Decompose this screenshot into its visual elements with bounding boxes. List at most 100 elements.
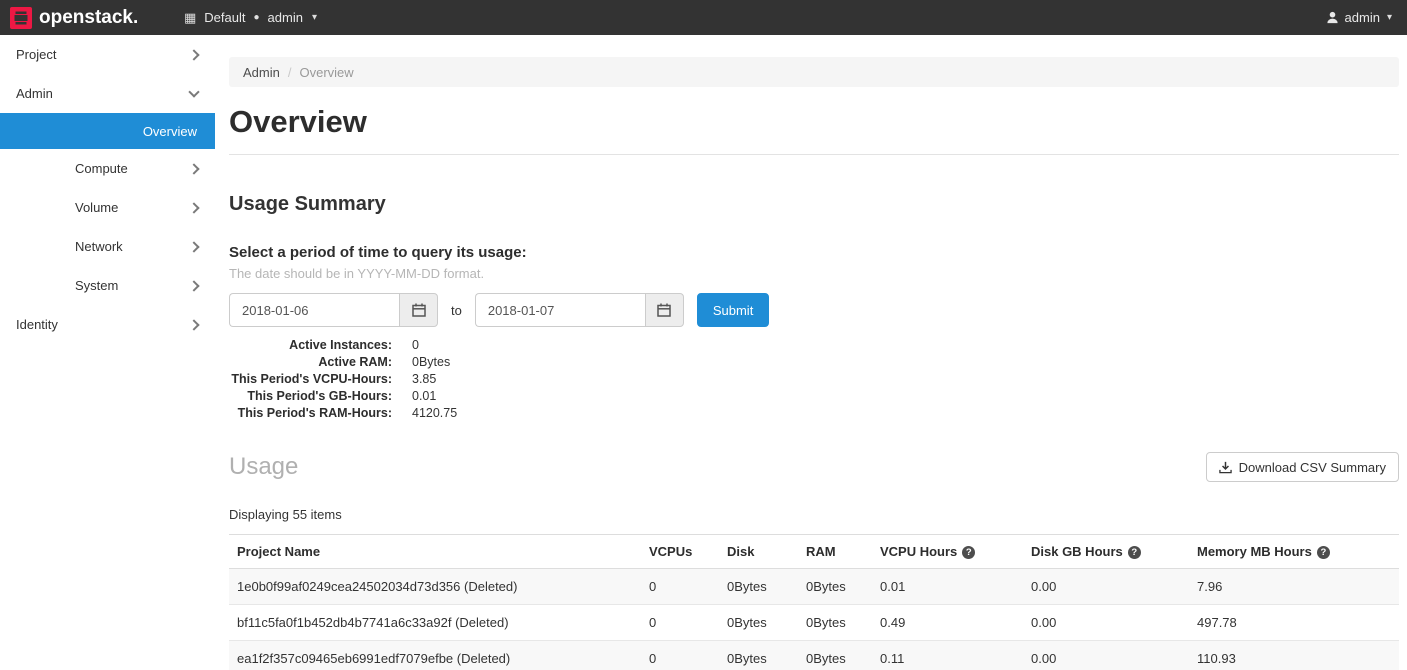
date-range-to-label: to <box>451 303 462 318</box>
stat-gb-hours: This Period's GB-Hours: 0.01 <box>229 388 1399 405</box>
cell-disk-gb-hours: 0.00 <box>1023 605 1189 641</box>
sidebar-item-label: Compute <box>75 161 128 176</box>
column-header-project-name: Project Name <box>229 535 641 569</box>
usage-table: Project Name VCPUs Disk RAM VCPU Hours D… <box>229 534 1399 670</box>
date-to-group <box>475 293 684 327</box>
sidebar-item-project[interactable]: Project <box>0 35 215 74</box>
stat-label: Active RAM: <box>229 354 392 371</box>
stat-label: This Period's VCPU-Hours: <box>229 371 392 388</box>
chevron-right-icon <box>188 241 199 252</box>
usage-summary-heading: Usage Summary <box>229 193 1399 216</box>
top-navbar: openstack. ▦ Default ● admin ▾ admin ▾ <box>0 0 1407 35</box>
cell-disk: 0Bytes <box>719 605 798 641</box>
help-icon[interactable] <box>1128 546 1141 559</box>
usage-query-form: to Submit <box>229 293 1399 327</box>
help-icon[interactable] <box>1317 546 1330 559</box>
date-to-input[interactable] <box>475 293 645 327</box>
column-header-ram: RAM <box>798 535 872 569</box>
table-row: ea1f2f357c09465eb6991edf7079efbe (Delete… <box>229 641 1399 670</box>
project-name: admin <box>268 10 303 25</box>
chevron-right-icon <box>188 280 199 291</box>
column-label: VCPUs <box>649 544 692 559</box>
calendar-icon <box>412 303 426 317</box>
cell-project-name: 1e0b0f99af0249cea24502034d73d356 (Delete… <box>229 569 641 605</box>
help-icon[interactable] <box>962 546 975 559</box>
cell-vcpu-hours: 0.49 <box>872 605 1023 641</box>
user-icon <box>1326 11 1339 24</box>
stat-value: 0 <box>412 337 419 354</box>
sidebar-item-label: System <box>75 278 118 293</box>
download-csv-button[interactable]: Download CSV Summary <box>1206 452 1399 482</box>
usage-heading: Usage <box>229 453 298 481</box>
cell-memory-mb-hours: 497.78 <box>1189 605 1399 641</box>
user-name: admin <box>1345 10 1380 25</box>
page-title: Overview <box>229 104 1399 140</box>
date-from-calendar-button[interactable] <box>399 293 438 327</box>
breadcrumb-admin-link[interactable]: Admin <box>243 65 280 80</box>
chevron-down-icon <box>188 86 199 97</box>
column-label: Project Name <box>237 544 320 559</box>
context-switcher[interactable]: ▦ Default ● admin ▾ <box>184 10 317 26</box>
column-label: RAM <box>806 544 836 559</box>
caret-down-icon: ▾ <box>1387 12 1392 23</box>
sidebar-item-compute[interactable]: Compute <box>0 149 215 188</box>
domain-icon: ▦ <box>184 10 196 26</box>
table-header-row: Project Name VCPUs Disk RAM VCPU Hours D… <box>229 535 1399 569</box>
sidebar-item-identity[interactable]: Identity <box>0 305 215 344</box>
column-label: VCPU Hours <box>880 544 957 559</box>
cell-memory-mb-hours: 7.96 <box>1189 569 1399 605</box>
user-menu[interactable]: admin ▾ <box>1326 10 1392 25</box>
chevron-right-icon <box>188 163 199 174</box>
column-header-vcpu-hours: VCPU Hours <box>872 535 1023 569</box>
column-header-memory-mb-hours: Memory MB Hours <box>1189 535 1399 569</box>
breadcrumb-separator: / <box>288 65 292 80</box>
usage-section-header: Usage Download CSV Summary <box>229 452 1399 482</box>
project-dot-icon: ● <box>254 12 260 23</box>
main-content: Admin / Overview Overview Usage Summary … <box>215 35 1407 670</box>
cell-disk-gb-hours: 0.00 <box>1023 569 1189 605</box>
cell-vcpu-hours: 0.01 <box>872 569 1023 605</box>
column-header-disk-gb-hours: Disk GB Hours <box>1023 535 1189 569</box>
sidebar-item-volume[interactable]: Volume <box>0 188 215 227</box>
title-divider <box>229 154 1399 155</box>
items-count: Displaying 55 items <box>229 507 1399 522</box>
sidebar-item-admin[interactable]: Admin <box>0 74 215 113</box>
chevron-right-icon <box>188 319 199 330</box>
sidebar-item-system[interactable]: System <box>0 266 215 305</box>
stat-label: This Period's GB-Hours: <box>229 388 392 405</box>
usage-summary-section: Usage Summary Select a period of time to… <box>229 193 1399 422</box>
domain-name: Default <box>204 10 245 25</box>
sidebar-nav: Project Admin Overview Compute Volume Ne… <box>0 35 215 670</box>
table-row: 1e0b0f99af0249cea24502034d73d356 (Delete… <box>229 569 1399 605</box>
cell-project-name: ea1f2f357c09465eb6991edf7079efbe (Delete… <box>229 641 641 670</box>
sidebar-item-label: Network <box>75 239 123 254</box>
sidebar-item-label: Overview <box>143 124 197 139</box>
column-header-disk: Disk <box>719 535 798 569</box>
sidebar-item-label: Volume <box>75 200 118 215</box>
stat-value: 4120.75 <box>412 405 457 422</box>
sidebar-item-label: Identity <box>16 317 58 332</box>
cell-vcpus: 0 <box>641 641 719 670</box>
stat-active-ram: Active RAM: 0Bytes <box>229 354 1399 371</box>
sidebar-item-network[interactable]: Network <box>0 227 215 266</box>
chevron-right-icon <box>188 49 199 60</box>
download-icon <box>1219 461 1232 474</box>
calendar-icon <box>657 303 671 317</box>
column-label: Memory MB Hours <box>1197 544 1312 559</box>
stat-value: 3.85 <box>412 371 436 388</box>
sidebar-item-label: Project <box>16 47 56 62</box>
date-from-input[interactable] <box>229 293 399 327</box>
submit-button[interactable]: Submit <box>697 293 769 327</box>
date-format-hint: The date should be in YYYY-MM-DD format. <box>229 266 1399 281</box>
cell-vcpus: 0 <box>641 605 719 641</box>
date-to-calendar-button[interactable] <box>645 293 684 327</box>
column-label: Disk GB Hours <box>1031 544 1123 559</box>
stat-active-instances: Active Instances: 0 <box>229 337 1399 354</box>
cell-vcpu-hours: 0.11 <box>872 641 1023 670</box>
breadcrumb-current: Overview <box>299 65 353 80</box>
openstack-brand[interactable]: openstack. <box>10 7 178 29</box>
cell-ram: 0Bytes <box>798 605 872 641</box>
sidebar-item-overview[interactable]: Overview <box>0 113 215 149</box>
sidebar-item-label: Admin <box>16 86 53 101</box>
cell-vcpus: 0 <box>641 569 719 605</box>
